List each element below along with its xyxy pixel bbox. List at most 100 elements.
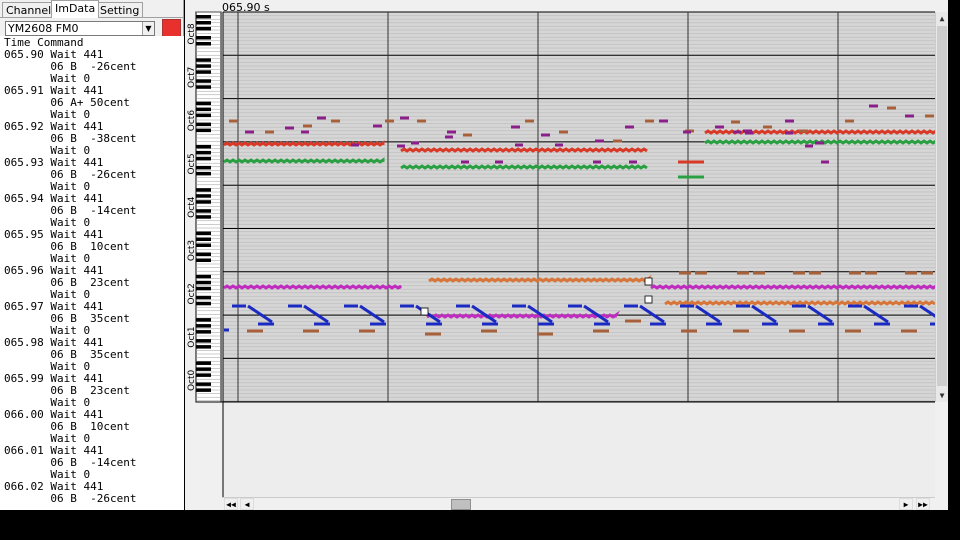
blue-note — [818, 322, 834, 326]
brown-note — [537, 332, 553, 336]
black-key — [196, 286, 211, 291]
black-key — [196, 27, 211, 31]
black-key — [196, 301, 211, 306]
blue-note — [650, 322, 666, 326]
blue-note — [680, 304, 694, 308]
blue-note — [232, 304, 246, 308]
purple-note — [447, 130, 456, 134]
red-note — [678, 160, 704, 164]
brown-note — [681, 329, 697, 333]
blue-note — [224, 328, 229, 332]
tab-channel[interactable]: Channel — [2, 2, 56, 18]
tab-bar: Channel ImData Setting — [0, 0, 184, 18]
black-key — [196, 324, 211, 328]
octave-label: Oct6 — [187, 110, 197, 132]
tab-setting[interactable]: Setting — [96, 2, 144, 18]
piano-roll-panel: 065.90 s Oct8 Oct7 Oct6 Oct5 Oct4 Oct3 Oct2 Oct… — [185, 0, 948, 510]
purple-note — [715, 125, 724, 129]
scroll-left-icon[interactable]: ◀ — [240, 498, 254, 510]
horizontal-scroll-thumb[interactable] — [451, 499, 471, 510]
black-key — [196, 171, 211, 176]
green-note — [678, 175, 704, 179]
black-key — [196, 15, 211, 19]
purple-note — [745, 131, 753, 135]
blue-note — [706, 322, 722, 326]
purple-note — [373, 124, 382, 128]
magenta-note — [426, 310, 620, 319]
brown-note — [925, 114, 934, 118]
purple-note — [555, 143, 563, 147]
brown-note — [303, 329, 319, 333]
chip-select[interactable]: YM2608 FM0 ▼ — [5, 21, 155, 36]
black-key — [196, 150, 211, 155]
chevron-down-icon[interactable]: ▼ — [142, 22, 154, 35]
blue-note — [400, 304, 414, 308]
black-key — [196, 330, 211, 334]
blue-note — [258, 322, 274, 326]
blue-note — [370, 322, 386, 326]
brown-note — [229, 119, 238, 123]
brown-note — [645, 119, 654, 123]
blue-note — [736, 304, 750, 308]
blue-note — [792, 304, 806, 308]
brown-note — [331, 119, 340, 123]
piano-roll-canvas[interactable]: Oct8 Oct7 Oct6 Oct5 Oct4 Oct3 Oct2 Oct1 Oct0 — [185, 0, 948, 510]
tab-imdata[interactable]: ImData — [51, 0, 100, 18]
scroll-up-icon[interactable]: ▲ — [936, 12, 948, 25]
green-note — [223, 157, 385, 164]
octave-label: Oct1 — [187, 326, 197, 347]
black-key — [196, 113, 211, 118]
brown-note — [613, 139, 622, 143]
brown-note — [359, 329, 375, 333]
octave-label: Oct0 — [187, 369, 197, 391]
scroll-right-icon[interactable]: ▶ — [899, 498, 913, 510]
black-key — [196, 209, 211, 213]
blue-note — [874, 322, 890, 326]
magenta-note — [223, 284, 403, 290]
brown-note — [481, 329, 497, 333]
brown-note — [789, 329, 805, 333]
brown-note — [417, 119, 426, 123]
purple-note — [515, 143, 523, 147]
brown-note — [905, 271, 917, 275]
purple-note — [821, 160, 829, 164]
black-key — [196, 367, 211, 371]
brown-note — [247, 329, 263, 333]
vertical-scrollbar[interactable]: ▲ ▼ — [935, 12, 948, 402]
purple-note — [683, 130, 691, 134]
fast-rewind-icon[interactable]: ◀◀ — [224, 498, 238, 510]
purple-note — [445, 135, 453, 139]
vertical-scroll-thumb[interactable] — [937, 26, 947, 386]
brown-note — [425, 332, 441, 336]
brown-note — [463, 133, 472, 137]
blue-note — [456, 304, 470, 308]
purple-note — [400, 116, 409, 120]
black-key — [196, 156, 211, 161]
horizontal-scrollbar[interactable]: ◀◀ ◀ ▶ ▶▶ — [222, 497, 935, 510]
green-note — [400, 164, 648, 170]
brown-note — [845, 119, 854, 123]
black-key — [196, 79, 211, 83]
black-key — [196, 382, 211, 386]
purple-note — [785, 131, 793, 135]
red-note — [223, 140, 385, 147]
black-key — [196, 339, 211, 343]
black-key — [196, 70, 211, 74]
blue-note — [288, 304, 302, 308]
black-key — [196, 295, 211, 300]
command-list[interactable]: Time Command 065.90 Wait 441 06 B -26cen… — [0, 36, 184, 510]
blue-note — [482, 322, 498, 326]
purple-note — [785, 119, 794, 123]
brown-note — [303, 124, 312, 128]
black-key — [196, 144, 211, 149]
marker-icon — [644, 277, 653, 286]
purple-note — [495, 160, 503, 164]
channel-color-swatch[interactable] — [162, 19, 181, 37]
blue-note — [624, 304, 638, 308]
purple-note — [317, 116, 326, 120]
blue-note — [512, 304, 526, 308]
scroll-down-icon[interactable]: ▼ — [936, 389, 948, 402]
purple-note — [411, 141, 419, 145]
fast-forward-icon[interactable]: ▶▶ — [916, 498, 930, 510]
list-item[interactable]: 06 B -26cent — [4, 493, 136, 505]
